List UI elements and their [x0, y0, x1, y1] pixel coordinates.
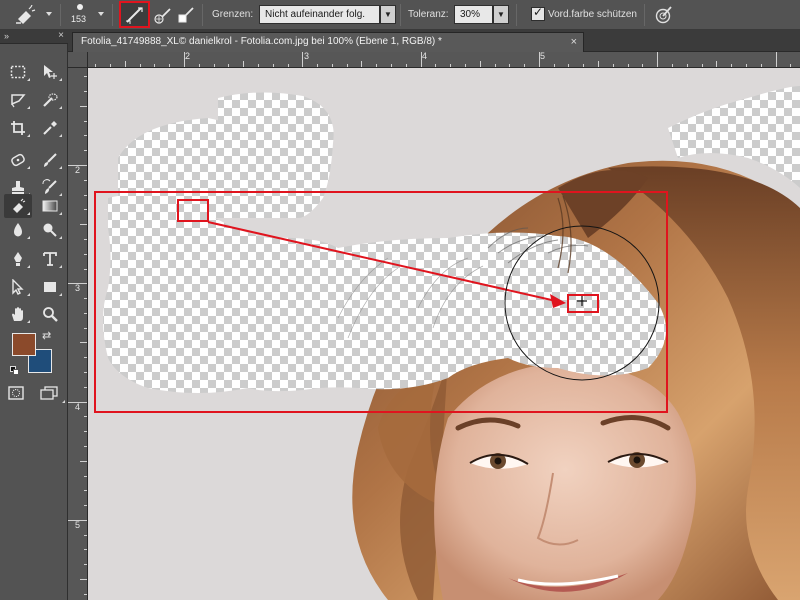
ruler-label: 5: [540, 52, 546, 61]
sampling-swatch-icon: [178, 7, 194, 23]
brush-size-picker[interactable]: 153: [66, 2, 106, 28]
tolerance-dropdown-button[interactable]: ▼: [493, 5, 509, 24]
tablet-pressure-button[interactable]: [652, 3, 676, 27]
quick-mask-icon: [8, 386, 24, 400]
limits-dropdown-button[interactable]: ▼: [380, 5, 396, 24]
zoom-icon: [43, 307, 58, 322]
ruler-origin[interactable]: [68, 52, 88, 68]
brush-tip-icon: [77, 4, 83, 10]
horizontal-ruler[interactable]: 2 3 4 5: [88, 52, 800, 68]
tablet-pressure-icon: [655, 6, 672, 24]
move-tool[interactable]: [36, 60, 64, 84]
default-colors-icon[interactable]: [10, 366, 20, 376]
face-region: [434, 363, 696, 600]
collapse-icon: »: [4, 31, 9, 41]
brush-size-value: 153: [71, 14, 87, 24]
path-selection-tool[interactable]: [4, 275, 32, 299]
ruler-label: 2: [185, 52, 191, 61]
type-tool[interactable]: [36, 247, 64, 271]
lasso-tool[interactable]: [4, 88, 32, 112]
document-tab-title: Fotolia_41749888_XL© danielkrol - Fotoli…: [81, 36, 442, 47]
blur-tool[interactable]: [4, 218, 32, 242]
tool-preset-picker[interactable]: [6, 3, 56, 27]
eyedropper-tool[interactable]: [36, 116, 64, 140]
swap-colors-icon[interactable]: ⇄: [42, 329, 51, 342]
screen-mode-button[interactable]: [40, 386, 65, 404]
background-eraser-icon: [16, 5, 36, 24]
protect-foreground-label: Vord.farbe schützen: [548, 9, 637, 20]
toolbox: » × ⇄: [0, 30, 68, 600]
toolbox-header[interactable]: » ×: [0, 30, 68, 44]
limits-select[interactable]: Nicht aufeinander folg.: [259, 5, 380, 24]
document-tab-bar: Fotolia_41749888_XL© danielkrol - Fotoli…: [68, 30, 800, 52]
chevron-down-icon: [46, 12, 52, 16]
document-tab[interactable]: Fotolia_41749888_XL© danielkrol - Fotoli…: [72, 32, 584, 52]
zoom-tool[interactable]: [36, 302, 64, 326]
foreground-color-swatch[interactable]: [12, 333, 36, 356]
options-bar: 153 Grenzen: Nicht aufeinander folg. ▼ T…: [0, 0, 800, 30]
checkmark-icon: ✓: [533, 5, 544, 19]
hand-tool[interactable]: [4, 302, 32, 326]
ruler-label: 3: [304, 52, 310, 61]
spot-healing-tool[interactable]: [4, 148, 32, 172]
photoshop-window: 153 Grenzen: Nicht aufeinander folg. ▼ T…: [0, 0, 800, 600]
vertical-ruler[interactable]: 2 3 4 5: [68, 52, 88, 600]
tolerance-label: Toleranz:: [408, 9, 449, 20]
document-canvas[interactable]: [88, 68, 800, 600]
chevron-down-icon: [98, 12, 104, 16]
ruler-label: 4: [75, 402, 81, 412]
sampling-background-swatch-button[interactable]: [174, 3, 198, 27]
marquee-tool[interactable]: [4, 60, 32, 84]
chevron-down-icon: ▼: [497, 10, 505, 19]
chevron-down-icon: ▼: [384, 10, 392, 19]
tolerance-input[interactable]: 30%: [454, 5, 493, 24]
pen-tool[interactable]: [4, 247, 32, 271]
protect-foreground-checkbox[interactable]: ✓: [531, 5, 545, 21]
sampling-continuous-icon: [126, 7, 143, 24]
close-icon: ×: [58, 30, 64, 41]
ruler-label: 3: [75, 283, 81, 293]
sampling-once-icon: [154, 8, 171, 24]
dodge-tool[interactable]: [36, 218, 64, 242]
close-icon[interactable]: ×: [571, 33, 577, 51]
screen-mode-icon: [40, 386, 58, 400]
sampling-once-button[interactable]: [150, 3, 174, 27]
crop-tool[interactable]: [4, 116, 32, 140]
background-eraser-tool[interactable]: [4, 194, 32, 218]
rectangle-tool[interactable]: [36, 275, 64, 299]
quick-selection-tool[interactable]: [36, 88, 64, 112]
ruler-label: 5: [75, 520, 81, 530]
ruler-label: 2: [75, 165, 81, 175]
ruler-label: 4: [422, 52, 428, 61]
brush-tool[interactable]: [36, 148, 64, 172]
limits-label: Grenzen:: [212, 9, 254, 20]
sampling-continuous-button[interactable]: [119, 1, 150, 28]
quick-mask-button[interactable]: [8, 386, 28, 404]
gradient-tool[interactable]: [36, 194, 64, 218]
